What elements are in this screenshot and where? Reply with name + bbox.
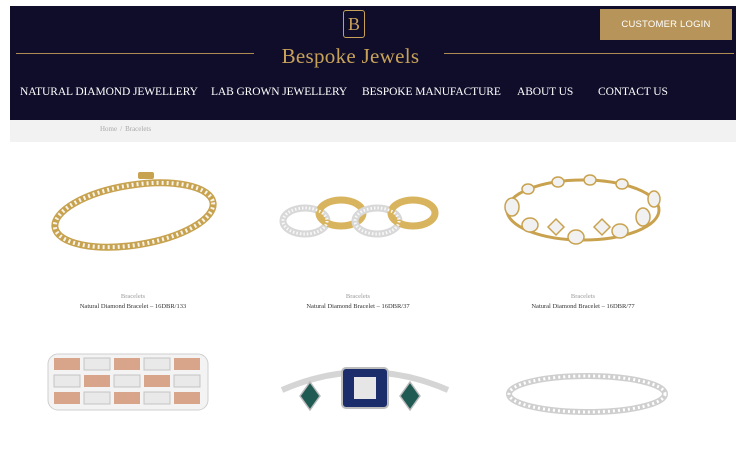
product-image-gold-tennis-bracelet[interactable]	[48, 165, 218, 265]
product-image-panel-bracelet[interactable]	[44, 348, 214, 448]
logo-mark[interactable]: B	[343, 10, 365, 38]
breadcrumb-bar: Home / Bracelets	[10, 120, 736, 142]
nav-contact-us[interactable]: CONTACT US	[598, 86, 668, 98]
nav-natural-diamond-jewellery[interactable]: NATURAL DIAMOND JEWELLERY	[20, 86, 198, 98]
product-image-sapphire-bracelet[interactable]	[280, 360, 450, 460]
product-image-fancy-diamond-bracelet[interactable]	[498, 165, 668, 265]
customer-login-button[interactable]: CUSTOMER LOGIN	[600, 9, 732, 40]
nav-lab-grown-jewellery[interactable]: LAB GROWN JEWELLERY	[211, 86, 347, 98]
product-name[interactable]: Natural Diamond Bracelet – 16DBR/37	[273, 303, 443, 310]
product-image-white-tennis-bracelet[interactable]	[505, 364, 675, 464]
product-category: Bracelets	[570, 293, 596, 300]
nav-about-us[interactable]: ABOUT US	[517, 86, 573, 98]
product-image-link-bracelet[interactable]	[273, 165, 443, 265]
product-name[interactable]: Natural Diamond Bracelet – 16DBR/77	[498, 303, 668, 310]
breadcrumb-current: Bracelets	[125, 125, 152, 133]
main-nav: NATURAL DIAMOND JEWELLERY LAB GROWN JEWE…	[10, 86, 736, 108]
product-category: Bracelets	[345, 293, 371, 300]
site-header: B Bespoke Jewels CUSTOMER LOGIN NATURAL …	[10, 6, 736, 120]
product-category: Bracelets	[120, 293, 146, 300]
breadcrumb-home[interactable]: Home	[100, 125, 117, 133]
brand-divider-right	[444, 53, 734, 54]
nav-bespoke-manufacture[interactable]: BESPOKE MANUFACTURE	[362, 86, 501, 98]
brand-divider-left	[16, 53, 254, 54]
brand-name[interactable]: Bespoke Jewels	[258, 44, 443, 69]
product-name[interactable]: Natural Diamond Bracelet – 16DBR/133	[48, 303, 218, 310]
breadcrumb-separator: /	[120, 125, 123, 133]
breadcrumb: Home / Bracelets	[100, 125, 151, 133]
